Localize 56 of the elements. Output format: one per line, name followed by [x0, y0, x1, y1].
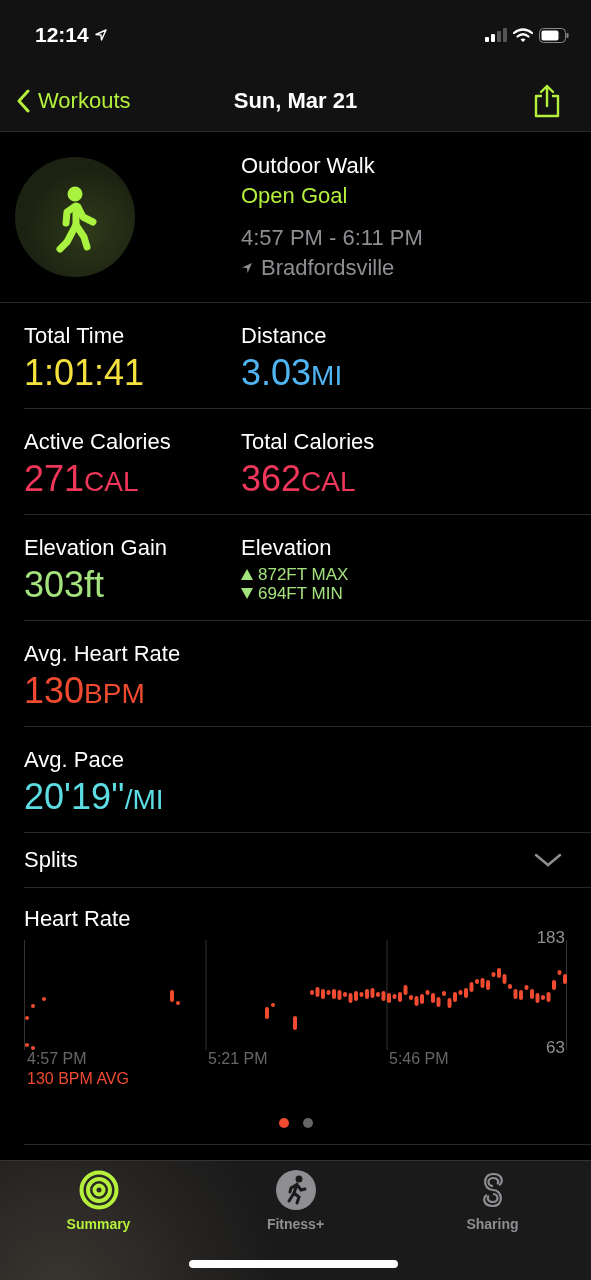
metric-label: Total Calories	[241, 429, 376, 455]
location-arrow-icon	[241, 262, 253, 274]
metric-label: Elevation	[241, 535, 333, 561]
metric-label: Active Calories	[24, 429, 172, 455]
metric-value: 303ft	[24, 564, 106, 606]
workout-location: Bradfordsville	[261, 255, 395, 281]
heart-rate-mark	[176, 1001, 180, 1005]
heart-rate-mark	[42, 997, 46, 1001]
workout-type: Outdoor Walk	[241, 153, 376, 179]
elevation-max: 872FT MAX	[258, 565, 349, 584]
page-dot[interactable]	[278, 1118, 289, 1128]
tab[interactable]: Summary	[43, 1169, 154, 1237]
heart-rate-mark	[293, 1016, 297, 1030]
workout-time-range: 4:57 PM - 6:11 PM	[241, 225, 423, 251]
elevation-min: 694FT MIN	[258, 584, 343, 603]
metric-label: Elevation Gain	[24, 535, 169, 561]
wifi-icon	[513, 27, 533, 43]
rings-icon	[78, 1170, 119, 1210]
time-label: 5:46 PM	[388, 1050, 450, 1068]
up-triangle-icon	[241, 569, 253, 580]
battery-icon	[539, 27, 569, 43]
tab[interactable]: Fitness+	[240, 1169, 351, 1237]
splits-row[interactable]: Splits	[24, 833, 591, 888]
chart-title: Heart Rate	[24, 906, 132, 932]
heart-rate-mark	[265, 1007, 269, 1019]
walking-person-icon	[14, 156, 136, 278]
chevron-left-icon	[16, 88, 30, 113]
metric-value: 271CAL	[24, 458, 140, 500]
heart-rate-mark	[25, 1016, 29, 1020]
heart-rate-mark	[31, 1004, 35, 1008]
status-time: 12:14	[35, 23, 89, 47]
metric-value: 20'19''/MI	[24, 776, 165, 818]
heart-rate-mark	[271, 1003, 275, 1007]
metric-label: Avg. Pace	[24, 747, 125, 773]
running-person-icon	[275, 1170, 316, 1210]
heart-rate-average: 130 BPM AVG	[26, 1070, 130, 1088]
share-icon[interactable]	[533, 83, 561, 118]
page-dot[interactable]	[302, 1118, 313, 1128]
metric-value: 3.03MI	[241, 352, 344, 394]
metric-label: Avg. Heart Rate	[24, 641, 182, 667]
heart-rate-mark	[170, 990, 174, 1002]
metric-value: 362CAL	[241, 458, 357, 500]
tab[interactable]: Sharing	[437, 1169, 548, 1237]
nav-title: Sun, Mar 21	[233, 87, 358, 114]
metric-value: 130BPM	[24, 670, 146, 712]
metric-value: 1:01:41	[24, 352, 146, 394]
time-label: 4:57 PM	[26, 1050, 88, 1068]
chevron-down-icon	[533, 852, 563, 868]
location-arrow-icon	[94, 29, 107, 41]
back-button[interactable]: Workouts	[16, 87, 131, 114]
metric-label: Total Time	[24, 323, 126, 349]
metric-label: Distance	[241, 323, 328, 349]
workout-goal: Open Goal	[241, 183, 349, 209]
time-label: 5:21 PM	[207, 1050, 269, 1068]
down-triangle-icon	[241, 588, 253, 599]
signal-icon	[485, 28, 507, 42]
